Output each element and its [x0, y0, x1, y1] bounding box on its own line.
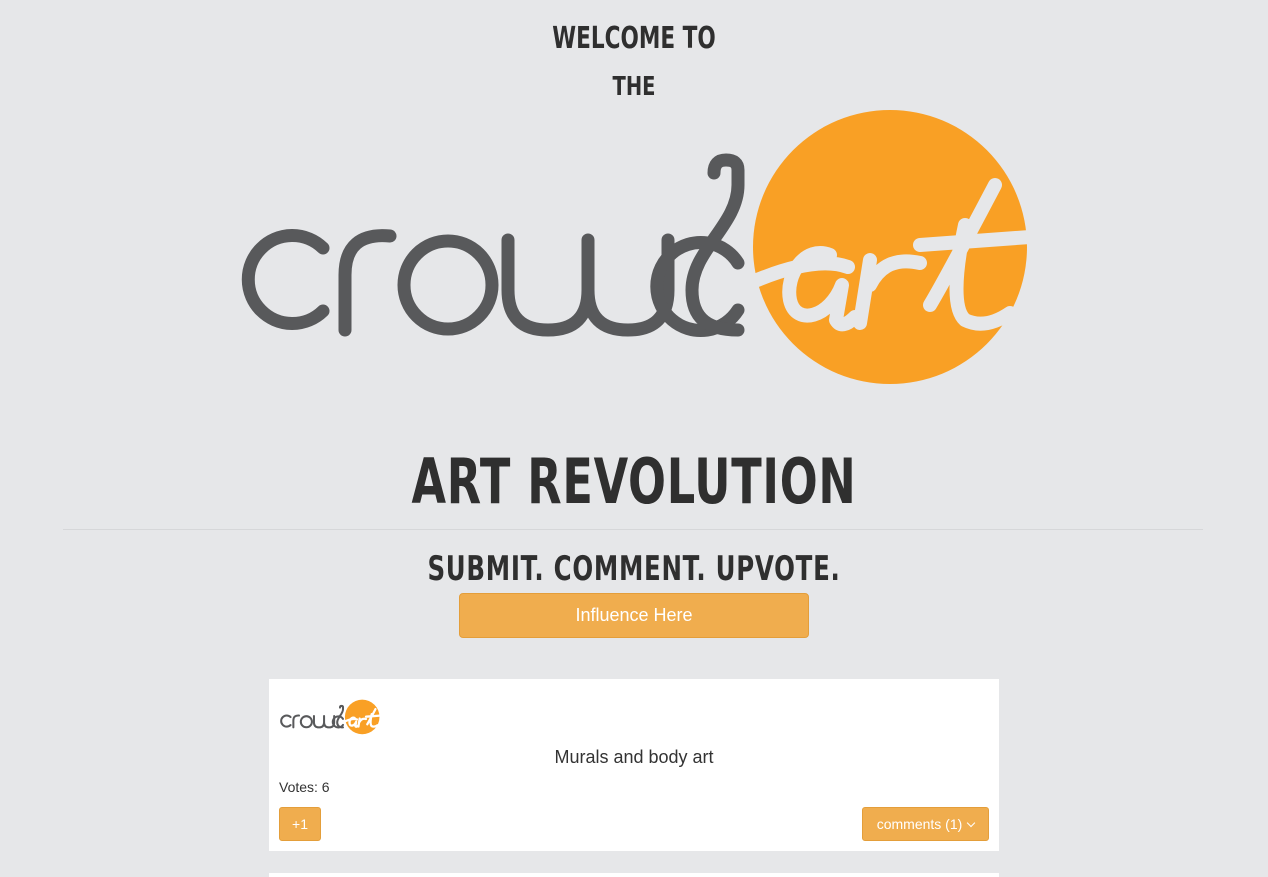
submission-title: Murals and body art — [554, 747, 714, 767]
page-headline: Art Revolution — [411, 445, 857, 518]
next-submission-card — [269, 873, 999, 877]
vote-count: Votes: 6 — [279, 779, 330, 795]
upvote-button[interactable]: +1 — [279, 807, 321, 841]
comments-toggle-button[interactable]: comments (1) — [862, 807, 989, 841]
welcome-heading-the: the — [612, 72, 656, 102]
welcome-heading: Welcome to — [552, 21, 716, 56]
submission-card: Murals and body art Votes: 6 +1 comments… — [269, 679, 999, 851]
comments-label: comments (1) — [876, 816, 963, 832]
influence-here-button[interactable]: Influence Here — [459, 593, 809, 638]
tagline: Submit. Comment. Upvote. — [427, 549, 841, 589]
chevron-down-icon — [967, 818, 976, 828]
crowdart-logo — [241, 110, 1037, 384]
card-crowdart-logo — [280, 699, 382, 735]
section-divider — [63, 529, 1203, 530]
